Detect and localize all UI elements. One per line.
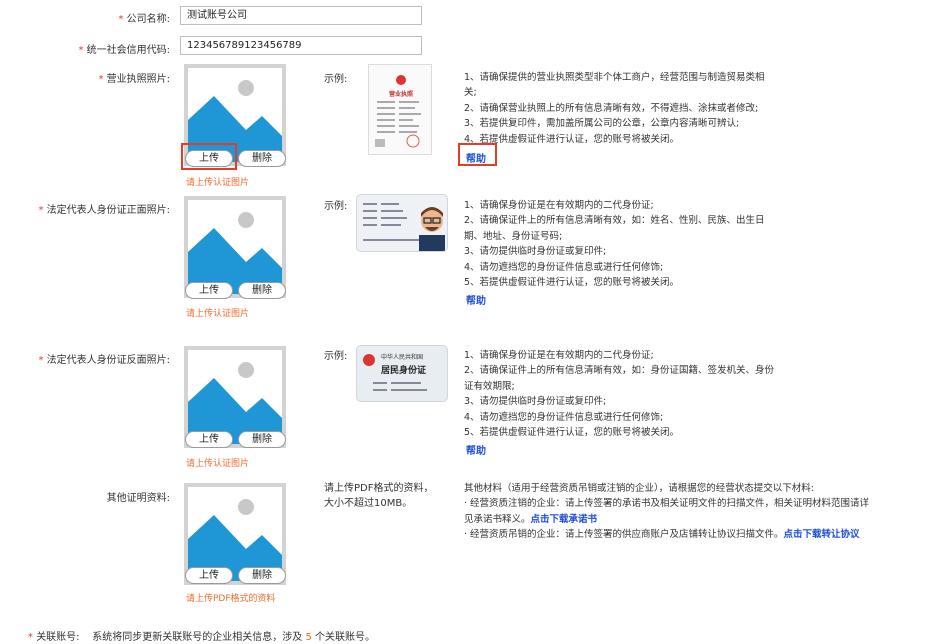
id-front-help-link[interactable]: 帮助 [466, 292, 486, 307]
license-example-title: 营业执照 [388, 91, 413, 98]
id-front-label: * 法定代表人身份证正面照片: [38, 205, 170, 216]
license-example-label: 示例: [324, 74, 348, 85]
other-docs-instructions: 其他材料（适用于经营资质吊销或注销的企业），请根据您的经营状态提交以下材料: ·… [464, 483, 870, 541]
license-label: * 营业执照照片: [98, 74, 170, 85]
id-front-upload-button[interactable]: 上传 [185, 282, 233, 299]
linked-accounts-count: 5 [305, 632, 312, 643]
help-highlight-box [458, 143, 497, 166]
upload-highlight-box [181, 143, 237, 170]
id-front-requirements: 1、请确保身份证是在有效期内的二代身份证; 2、请确保证件上的所有信息清晰有效，… [464, 200, 765, 289]
other-docs-delete-button[interactable]: 删除 [238, 567, 286, 584]
company-name-label: * 公司名称: [118, 14, 170, 25]
other-docs-upload-note: 请上传PDF格式的资料， 大小不超过10MB。 [324, 483, 434, 509]
other-docs-label: 其他证明资料: [106, 493, 170, 504]
id-back-upload-button[interactable]: 上传 [185, 431, 233, 448]
id-back-example-label: 示例: [324, 351, 348, 362]
id-back-help-link[interactable]: 帮助 [466, 442, 486, 457]
credit-code-label: * 统一社会信用代码: [78, 45, 170, 56]
id-back-example-image: 中华人民共和国 居民身份证 [356, 345, 448, 402]
license-requirements: 1、请确保提供的营业执照类型非个体工商户，经营范围与制造贸易类相 关; 2、请确… [464, 72, 765, 145]
linked-accounts-text: 系统将同步更新关联账号的企业相关信息，涉及 [92, 632, 303, 643]
id-front-example-label: 示例: [324, 201, 348, 212]
id-back-text-lines [373, 382, 427, 391]
emblem-icon [396, 75, 406, 85]
license-text-lines [375, 101, 421, 148]
other-docs-hint: 请上传PDF格式的资料 [186, 594, 276, 604]
id-back-example-title2: 居民身份证 [381, 366, 427, 376]
linked-accounts-label: 关联账号: [36, 632, 80, 643]
id-front-delete-button[interactable]: 删除 [238, 282, 286, 299]
linked-accounts-suffix: 个关联账号。 [315, 632, 376, 643]
image-placeholder-icon [188, 212, 282, 294]
credit-code-input[interactable]: 123456789123456789 [180, 36, 422, 55]
id-back-delete-button[interactable]: 删除 [238, 431, 286, 448]
id-front-hint: 请上传认证图片 [186, 309, 250, 319]
id-back-requirements: 1、请确保身份证是在有效期内的二代身份证; 2、请确保证件上的所有信息清晰有效，… [464, 350, 775, 439]
id-back-example-title1: 中华人民共和国 [381, 354, 424, 361]
download-commitment-link[interactable]: 点击下载承诺书 [531, 514, 598, 525]
emblem-icon [363, 354, 375, 366]
license-hint: 请上传认证图片 [186, 178, 250, 188]
id-back-label: * 法定代表人身份证反面照片: [38, 355, 170, 366]
license-delete-button[interactable]: 删除 [238, 150, 286, 167]
company-name-input[interactable]: 测试账号公司 [180, 6, 422, 25]
id-front-card-art [363, 203, 445, 251]
id-front-example-image [356, 194, 448, 252]
linked-accounts-row: * 关联账号: 系统将同步更新关联账号的企业相关信息，涉及 5 个关联账号。 [28, 632, 376, 643]
image-placeholder-icon [188, 362, 282, 444]
other-docs-upload-button[interactable]: 上传 [185, 567, 233, 584]
download-transfer-agreement-link[interactable]: 点击下载转让协议 [784, 529, 860, 540]
id-back-hint: 请上传认证图片 [186, 459, 250, 469]
license-example-image: 营业执照 [368, 64, 432, 155]
